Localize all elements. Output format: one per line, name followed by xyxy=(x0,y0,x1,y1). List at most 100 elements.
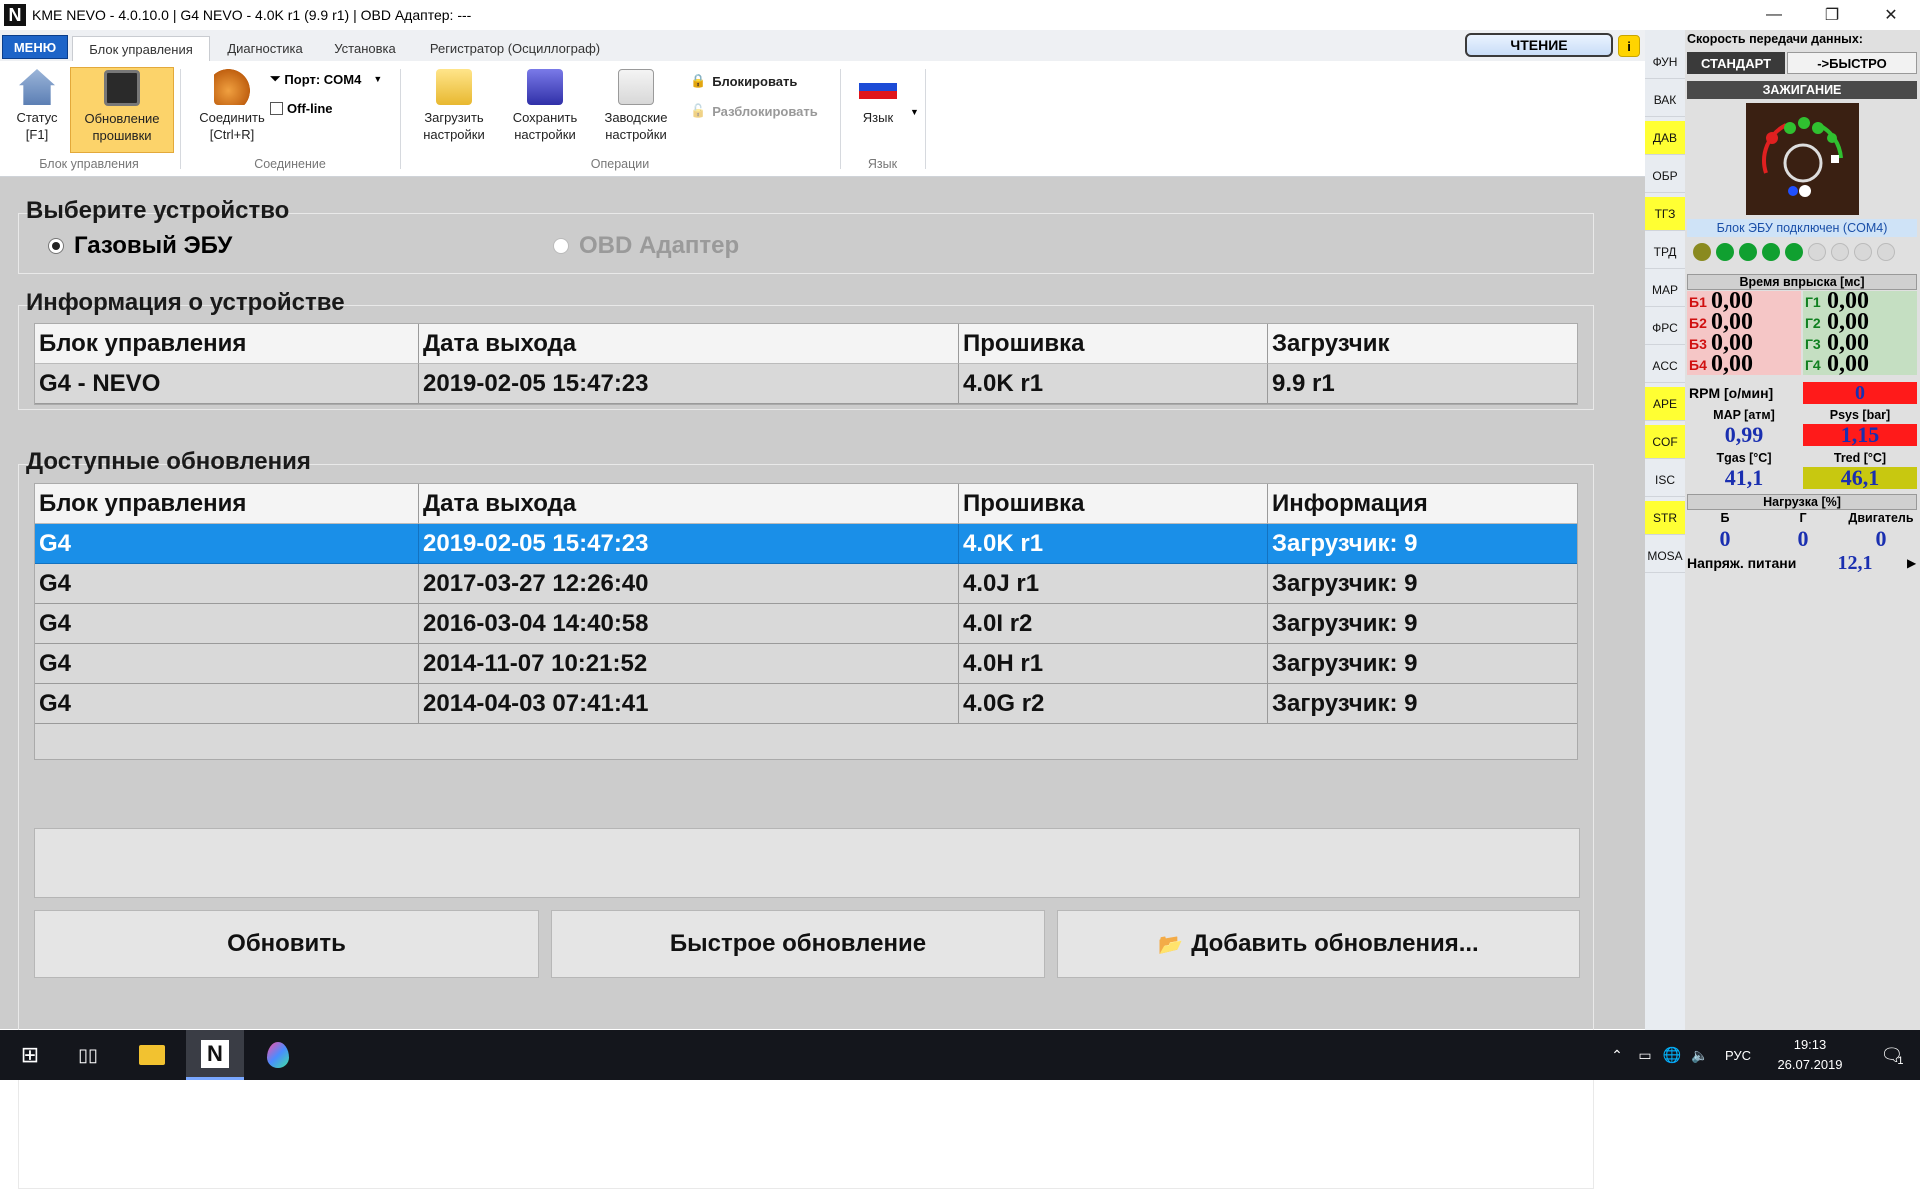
side-tab[interactable]: MAP xyxy=(1645,273,1685,307)
fast-update-button[interactable]: Быстрое обновление xyxy=(551,910,1045,978)
radio-gas-ecu[interactable]: Газовый ЭБУ xyxy=(48,232,232,260)
chevron-right-icon[interactable]: ▶ xyxy=(1907,556,1916,570)
taskbar: ⊞ ▯▯ N ⌃ ▭ 🌐 🔈 РУС 19:13 26.07.2019 🗨 1 xyxy=(0,1030,1920,1080)
russian-flag-icon xyxy=(859,75,897,99)
load-label: Двигатель xyxy=(1848,511,1914,525)
speed-standard-button[interactable]: СТАНДАРТ xyxy=(1687,52,1785,74)
column-header[interactable]: Дата выхода xyxy=(419,484,959,524)
info-icon[interactable]: i xyxy=(1618,35,1640,57)
notifications-icon[interactable]: 🗨 1 xyxy=(1870,1030,1914,1080)
chevron-up-icon[interactable]: ⌃ xyxy=(1605,1030,1629,1080)
windows-start-icon[interactable]: ⊞ xyxy=(8,1030,52,1080)
side-tab[interactable]: MOSA xyxy=(1645,539,1685,573)
plug-icon xyxy=(214,69,250,105)
connect-button[interactable]: Соединить [Ctrl+R] xyxy=(190,69,274,143)
load-settings-button[interactable]: Загрузить настройки xyxy=(412,69,496,143)
volume-icon[interactable]: 🔈 xyxy=(1688,1030,1712,1080)
file-explorer-icon[interactable] xyxy=(126,1030,178,1080)
gas-label: Г2 xyxy=(1805,314,1821,331)
port-dropdown[interactable]: ⏷ Порт: COM4 ▼ xyxy=(270,71,382,87)
column-header[interactable]: Информация xyxy=(1268,484,1577,524)
ribbon-tab-bar: МЕНЮ Блок управления Диагностика Установ… xyxy=(0,30,1645,61)
side-tab[interactable]: ACC xyxy=(1645,349,1685,383)
tab-recorder[interactable]: Регистратор (Осциллограф) xyxy=(415,36,615,61)
load-value: 0 xyxy=(1719,526,1731,551)
clock[interactable]: 19:13 26.07.2019 xyxy=(1760,1030,1860,1080)
table-row-selected[interactable]: G4 2019-02-05 15:47:23 4.0K r1 Загрузчик… xyxy=(35,524,1577,564)
side-tab[interactable]: ФУН xyxy=(1645,45,1685,79)
connect-label: Соединить xyxy=(199,110,265,125)
menu-button[interactable]: МЕНЮ xyxy=(2,35,68,59)
table-cell: G4 xyxy=(35,564,419,604)
kme-nevo-taskbar-icon[interactable]: N xyxy=(186,1030,244,1080)
clock-date: 26.07.2019 xyxy=(1777,1057,1843,1072)
side-tab[interactable]: COF xyxy=(1645,425,1685,459)
side-tab[interactable]: APE xyxy=(1645,387,1685,421)
column-header: Дата выхода xyxy=(419,324,959,364)
lock-button[interactable]: 🔒 Блокировать xyxy=(690,73,797,89)
table-cell: 4.0K r1 xyxy=(959,364,1268,404)
table-row[interactable]: G4 2014-11-07 10:21:52 4.0H r1 Загрузчик… xyxy=(35,644,1577,684)
load-label: Г xyxy=(1799,511,1807,525)
rpm-label: RPM [о/мин] xyxy=(1689,385,1774,401)
add-updates-button[interactable]: 📂 Добавить обновления... xyxy=(1057,910,1580,978)
tab-installation[interactable]: Установка xyxy=(325,36,405,61)
column-header[interactable]: Блок управления xyxy=(35,484,419,524)
update-button[interactable]: Обновить xyxy=(34,910,539,978)
group-label-ecu: Блок управления xyxy=(39,157,139,171)
side-tab[interactable]: ВАК xyxy=(1645,83,1685,117)
radio-obd-adapter[interactable]: OBD Адаптер xyxy=(553,232,739,260)
notifications-count: 1 xyxy=(1897,1055,1904,1067)
speed-fast-button[interactable]: ->БЫСТРО xyxy=(1787,52,1917,74)
table-cell: G4 xyxy=(35,684,419,724)
language-indicator[interactable]: РУС xyxy=(1718,1030,1758,1080)
table-cell: G4 xyxy=(35,524,419,564)
read-button[interactable]: ЧТЕНИЕ xyxy=(1465,33,1613,57)
side-tab[interactable]: ТРД xyxy=(1645,235,1685,269)
column-header[interactable]: Прошивка xyxy=(959,484,1268,524)
gas-value: 0,00 xyxy=(1827,351,1869,377)
table-row[interactable]: G4 2016-03-04 14:40:58 4.0I r2 Загрузчик… xyxy=(35,604,1577,644)
firmware-label-2: прошивки xyxy=(92,128,152,143)
side-tab[interactable]: ОБР xyxy=(1645,159,1685,193)
factory-label: Заводские xyxy=(604,110,668,125)
side-tab[interactable]: STR xyxy=(1645,501,1685,535)
language-button[interactable]: Язык xyxy=(848,75,908,126)
side-tab[interactable]: ISC xyxy=(1645,463,1685,497)
add-updates-label: Добавить обновления... xyxy=(1191,930,1479,957)
table-cell: 4.0G r2 xyxy=(959,684,1268,724)
minimize-button[interactable]: — xyxy=(1745,0,1803,30)
balloon-app-icon[interactable] xyxy=(252,1030,304,1080)
side-tab[interactable]: ФРС xyxy=(1645,311,1685,345)
save-settings-button[interactable]: Сохранить настройки xyxy=(503,69,587,143)
offline-checkbox[interactable]: Off-line xyxy=(270,101,333,116)
battery-icon[interactable]: ▭ xyxy=(1633,1030,1657,1080)
table-row[interactable]: G4 2017-03-27 12:26:40 4.0J r1 Загрузчик… xyxy=(35,564,1577,604)
tab-ecu[interactable]: Блок управления xyxy=(72,36,210,61)
led-icon xyxy=(1808,243,1826,261)
maximize-button[interactable]: ❐ xyxy=(1803,0,1861,30)
petrol-label: Б1 xyxy=(1689,293,1707,310)
table-cell: 4.0K r1 xyxy=(959,524,1268,564)
side-tab[interactable]: ТГЗ xyxy=(1645,197,1685,231)
table-row[interactable]: G4 2014-04-03 07:41:41 4.0G r2 Загрузчик… xyxy=(35,684,1577,724)
language-chevron-icon[interactable]: ▼ xyxy=(910,107,919,117)
task-view-icon[interactable]: ▯▯ xyxy=(66,1030,110,1080)
side-tab[interactable]: ДАВ xyxy=(1645,121,1685,155)
unlock-button[interactable]: 🔓 Разблокировать xyxy=(690,103,818,119)
table-cell: 4.0J r1 xyxy=(959,564,1268,604)
updates-table[interactable]: Блок управления Дата выхода Прошивка Инф… xyxy=(34,483,1578,760)
gas-label: Г1 xyxy=(1805,293,1821,310)
tgas-value: 41,1 xyxy=(1724,465,1764,490)
network-icon[interactable]: 🌐 xyxy=(1660,1030,1684,1080)
connect-shortcut: [Ctrl+R] xyxy=(209,127,255,142)
petrol-label: Б4 xyxy=(1689,356,1707,373)
petrol-injection-block: Б1 0,00 Б2 0,00 Б3 0,00 Б4 0,00 xyxy=(1687,288,1801,377)
group-label-connection: Соединение xyxy=(254,157,326,171)
tab-diagnostics[interactable]: Диагностика xyxy=(215,36,315,61)
status-button[interactable]: Статус [F1] xyxy=(6,69,68,143)
load-value: 0 xyxy=(1875,526,1887,551)
factory-settings-button[interactable]: Заводские настройки xyxy=(594,69,678,143)
firmware-update-button[interactable]: Обновление прошивки xyxy=(70,67,174,153)
close-button[interactable]: ✕ xyxy=(1862,0,1920,30)
